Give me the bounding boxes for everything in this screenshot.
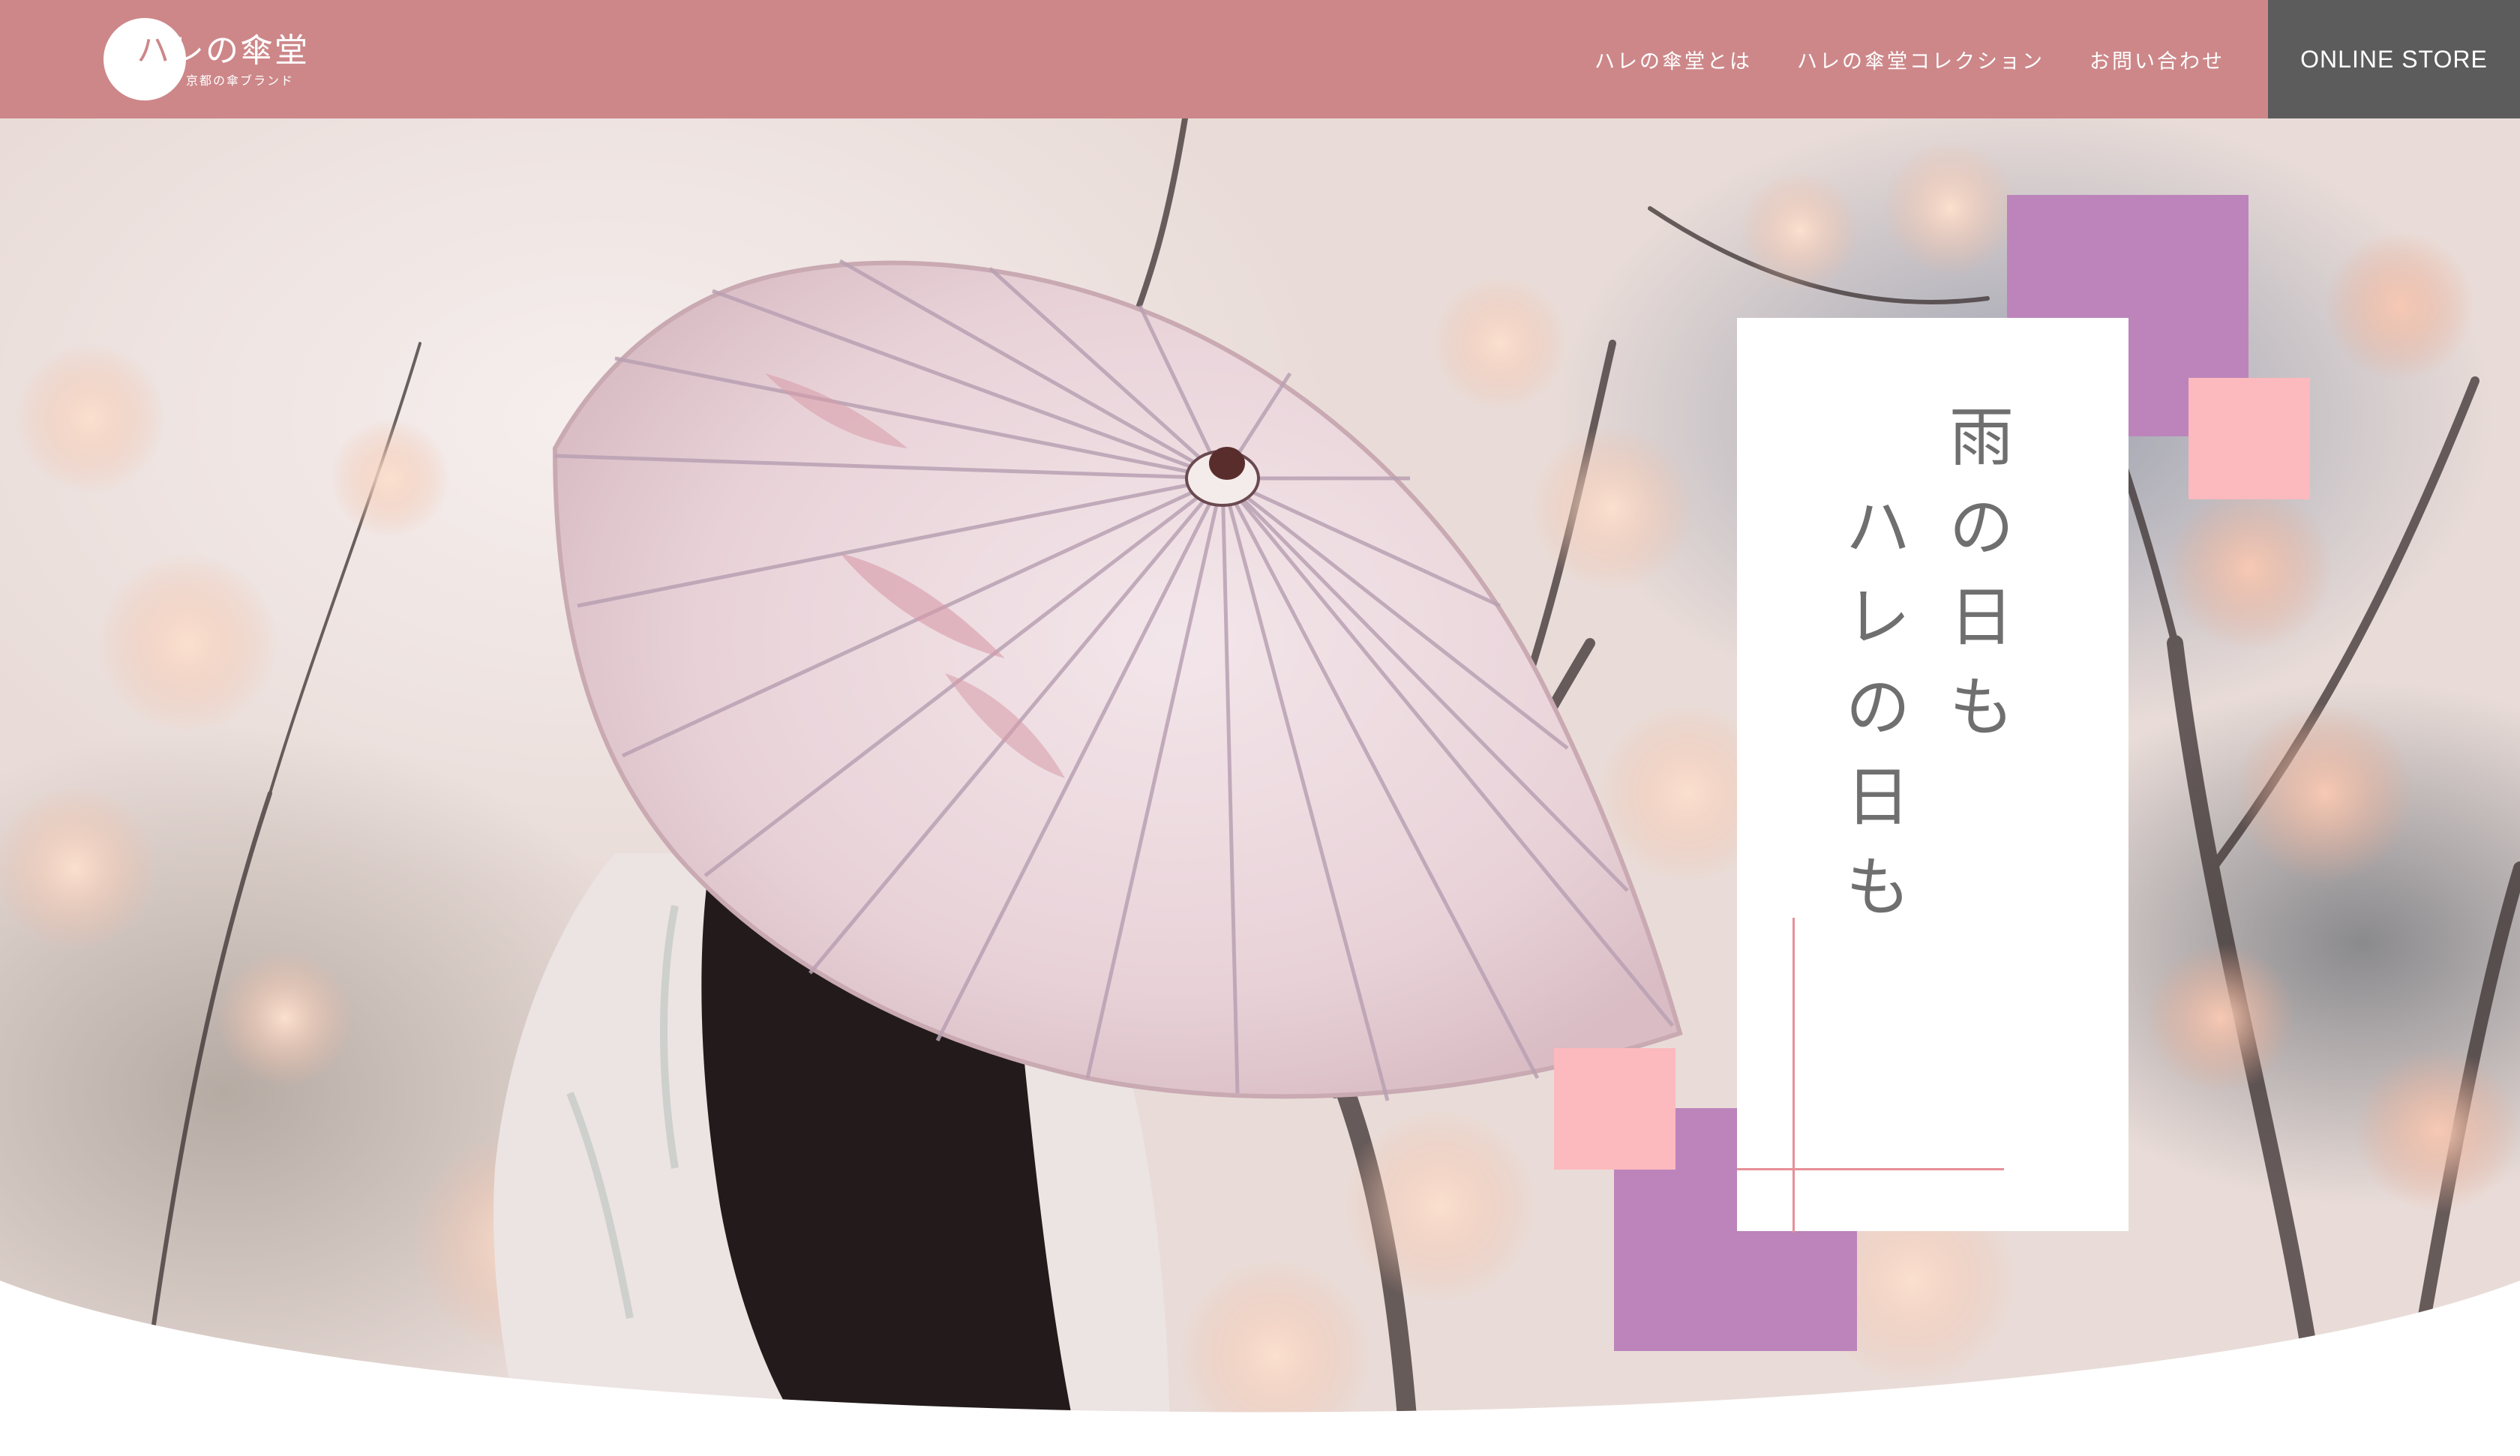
catch-char: ハ [1846, 490, 1910, 565]
catch-char: レ [1846, 580, 1910, 655]
catch-char: も [1949, 670, 2014, 745]
catch-char: 雨 [1949, 400, 2014, 475]
bottom-wave [0, 1281, 2520, 1456]
brand-logo[interactable]: ハレの傘堂 京都の傘ブランド [104, 15, 308, 103]
catch-char: 日 [1846, 760, 1910, 835]
accent-square-pink-top [2188, 378, 2310, 499]
logo-tagline: 京都の傘ブランド [186, 73, 295, 88]
logo-title-rest: レの傘堂 [171, 31, 309, 70]
catch-char: も [1846, 850, 1910, 925]
accent-square-pink-bottom [1554, 1048, 1676, 1170]
nav-about[interactable]: ハレの傘堂とは [1594, 45, 1752, 74]
catchphrase-line-2: ハ レ の 日 も [1840, 483, 1916, 933]
catch-char: の [1846, 670, 1910, 745]
main-nav: ハレの傘堂とは ハレの傘堂コレクション お問い合わせ [1594, 0, 2224, 118]
decorative-line-horizontal [1737, 1168, 2004, 1170]
logo-title: ハレの傘堂 [136, 31, 309, 70]
catch-char: の [1949, 490, 2014, 565]
decorative-line-vertical [1792, 918, 1795, 1233]
nav-collection[interactable]: ハレの傘堂コレクション [1797, 45, 2044, 74]
catch-char: 日 [1949, 580, 2014, 655]
catchphrase-line-1: 雨 の 日 も [1944, 393, 2019, 753]
logo-title-first: ハ [136, 31, 171, 70]
site-header: ハレの傘堂 京都の傘ブランド ハレの傘堂とは ハレの傘堂コレクション お問い合わ… [0, 0, 2520, 118]
catchphrase-card: 雨 の 日 も ハ レ の 日 も [1737, 318, 2128, 1233]
nav-contact[interactable]: お問い合わせ [2090, 45, 2224, 74]
online-store-button[interactable]: ONLINE STORE [2268, 0, 2520, 118]
hero-section: 雨 の 日 も ハ レ の 日 も [0, 118, 2520, 1456]
